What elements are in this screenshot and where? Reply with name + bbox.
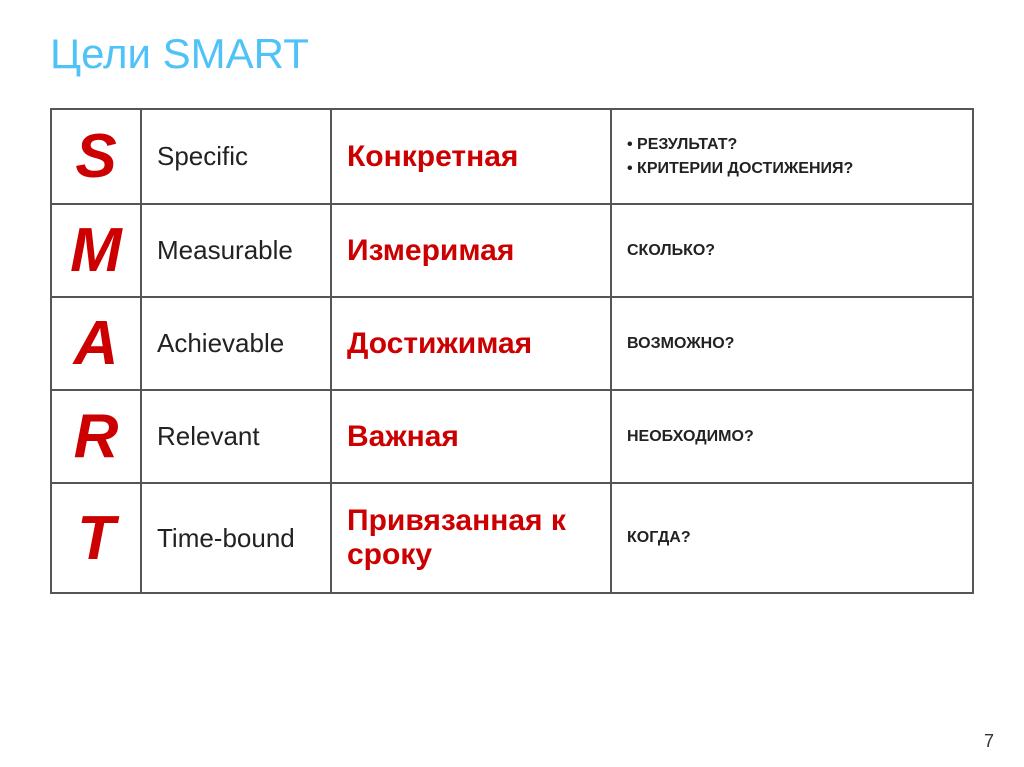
page-container: Цели SMART S Specific Конкретная • РЕЗУЛ… (0, 0, 1024, 767)
russian-measurable: Измеримая (331, 204, 611, 297)
table-row: M Measurable Измеримая СКОЛЬКО? (51, 204, 973, 297)
letter-t: T (51, 483, 141, 593)
letter-r: R (51, 390, 141, 483)
table-row: R Relevant Важная НЕОБХОДИМО? (51, 390, 973, 483)
english-relevant: Relevant (141, 390, 331, 483)
page-title: Цели SMART (50, 30, 974, 78)
letter-m: M (51, 204, 141, 297)
desc-specific: • РЕЗУЛЬТАТ?• КРИТЕРИИ ДОСТИЖЕНИЯ? (611, 109, 973, 204)
table-row: T Time-bound Привязанная к сроку КОГДА? (51, 483, 973, 593)
english-timebound: Time-bound (141, 483, 331, 593)
russian-relevant: Важная (331, 390, 611, 483)
desc-achievable: ВОЗМОЖНО? (611, 297, 973, 390)
table-row: A Achievable Достижимая ВОЗМОЖНО? (51, 297, 973, 390)
russian-specific: Конкретная (331, 109, 611, 204)
desc-timebound: КОГДА? (611, 483, 973, 593)
desc-measurable: СКОЛЬКО? (611, 204, 973, 297)
letter-s: S (51, 109, 141, 204)
english-achievable: Achievable (141, 297, 331, 390)
letter-a: A (51, 297, 141, 390)
english-specific: Specific (141, 109, 331, 204)
smart-table: S Specific Конкретная • РЕЗУЛЬТАТ?• КРИТ… (50, 108, 974, 594)
table-row: S Specific Конкретная • РЕЗУЛЬТАТ?• КРИТ… (51, 109, 973, 204)
russian-achievable: Достижимая (331, 297, 611, 390)
russian-timebound: Привязанная к сроку (331, 483, 611, 593)
english-measurable: Measurable (141, 204, 331, 297)
desc-relevant: НЕОБХОДИМО? (611, 390, 973, 483)
page-number: 7 (984, 731, 994, 752)
